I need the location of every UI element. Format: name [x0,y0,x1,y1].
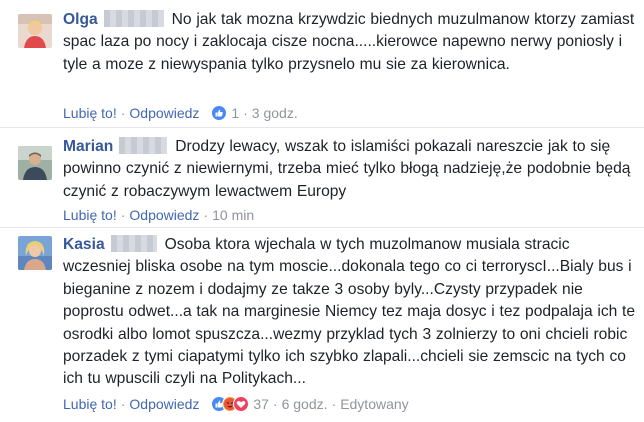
comment-text: Osoba ktora wjechala w tych muzolmanow m… [63,236,636,388]
reaction-count[interactable]: 1 [231,105,239,121]
redacted-surname [110,235,157,252]
avatar[interactable] [18,236,52,270]
avatar[interactable] [18,14,52,48]
comment-kasia: Kasia Osoba ktora wjechala w tych muzolma… [0,228,644,422]
like-button[interactable]: Lubię to! [63,207,117,223]
reply-button[interactable]: Odpowiedz [129,396,199,412]
like-button[interactable]: Lubię to! [63,105,117,121]
comment-marian: Marian Drodzy lewacy, wszak to islamiści … [0,128,644,228]
edited-label[interactable]: Edytowany [340,396,408,412]
author-name[interactable]: Marian [63,138,113,155]
comment-body: Kasia Osoba ktora wjechala w tych muzolma… [63,234,638,391]
reactions[interactable] [211,105,228,121]
comment-body: Marian Drodzy lewacy, wszak to islamiści … [63,136,638,203]
avatar[interactable] [18,146,52,180]
comment-olga: Olga No jak tak mozna krzywdzic biednych … [0,0,644,128]
like-icon [211,105,228,121]
timestamp[interactable]: 10 min [212,207,254,223]
comment-body: Olga No jak tak mozna krzywdzic biednych … [63,9,638,76]
author-name[interactable]: Olga [63,11,98,28]
like-button[interactable]: Lubię to! [63,396,117,412]
love-icon [233,396,250,412]
comment-actions: Lubię to! · Odpowiedz 37 · 6 godz. · Edytowany [63,396,409,412]
reply-button[interactable]: Odpowiedz [129,207,199,223]
timestamp[interactable]: 3 godz. [252,105,298,121]
reactions[interactable] [211,396,250,412]
comment-actions: Lubię to! · Odpowiedz 1 · 3 godz. [63,105,298,121]
redacted-surname [103,10,164,27]
timestamp[interactable]: 6 godz. [282,396,328,412]
comment-actions: Lubię to! · Odpowiedz · 10 min [63,207,255,223]
redacted-surname [119,137,168,154]
reaction-count[interactable]: 37 [253,396,269,412]
reply-button[interactable]: Odpowiedz [129,105,199,121]
author-name[interactable]: Kasia [63,236,105,253]
